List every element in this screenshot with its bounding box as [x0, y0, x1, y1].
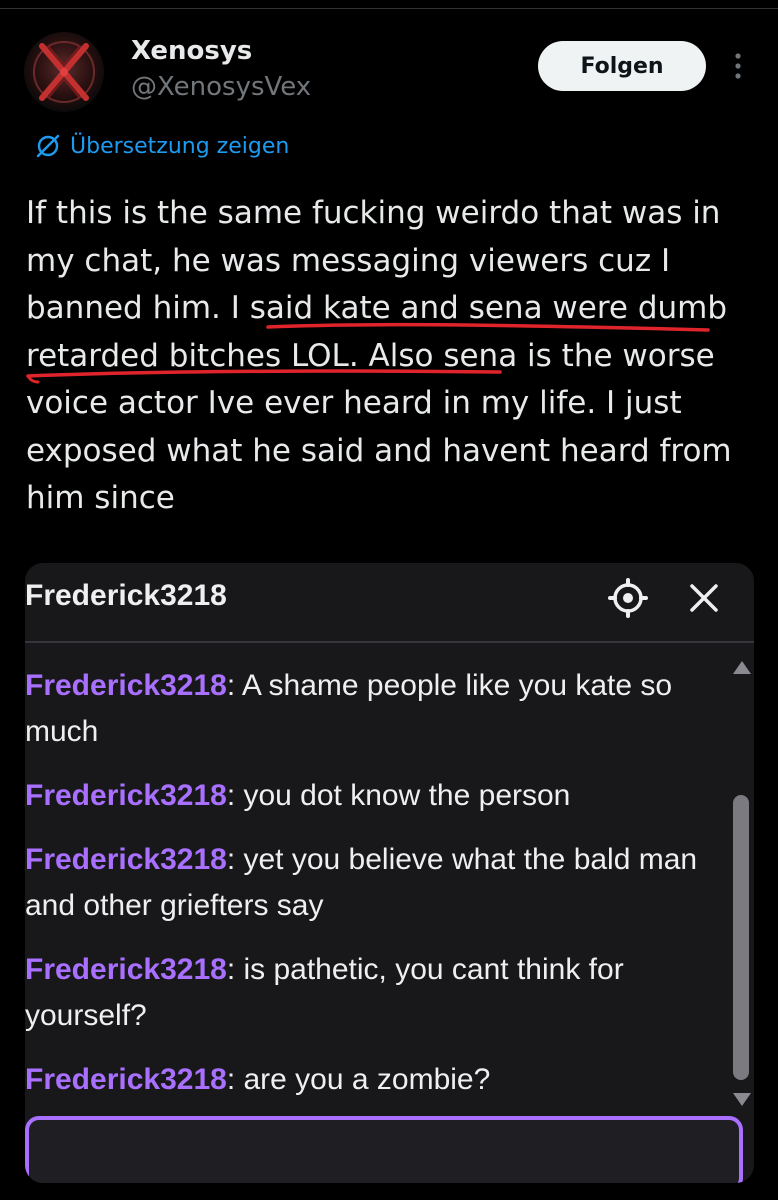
- translate-link[interactable]: Übersetzung zeigen: [34, 132, 289, 160]
- more-vertical-icon[interactable]: [728, 50, 748, 82]
- chat-title: Frederick3218: [25, 579, 227, 612]
- chat-message: Frederick3218: are you a zombie?: [25, 1057, 725, 1103]
- chat-username[interactable]: Frederick3218: [25, 669, 227, 702]
- chat-input[interactable]: [25, 1116, 743, 1183]
- chat-message: Frederick3218: you dot know the person: [25, 773, 725, 819]
- translate-icon: [36, 134, 60, 158]
- translate-label: Übersetzung zeigen: [70, 133, 290, 159]
- chat-message-list: Frederick3218: A shame people like you k…: [25, 663, 725, 1121]
- author-display-name[interactable]: Xenosys: [131, 36, 252, 66]
- chat-username[interactable]: Frederick3218: [25, 843, 227, 876]
- chat-message: Frederick3218: A shame people like you k…: [25, 663, 725, 755]
- chat-screenshot-card: Frederick3218 Frederick3218: A shame peo…: [25, 563, 754, 1183]
- author-handle[interactable]: @XenosysVex: [131, 72, 311, 102]
- chat-username[interactable]: Frederick3218: [25, 779, 227, 812]
- scroll-down-icon[interactable]: [731, 1091, 753, 1109]
- follow-button[interactable]: Folgen: [538, 41, 706, 91]
- chat-message-text: : you dot know the person: [226, 779, 571, 812]
- chat-message: Frederick3218: yet you believe what the …: [25, 837, 725, 929]
- chat-message: Frederick3218: is pathetic, you cant thi…: [25, 947, 725, 1039]
- chat-username[interactable]: Frederick3218: [25, 953, 227, 986]
- chat-scrollbar-thumb[interactable]: [733, 795, 749, 1080]
- top-divider: [0, 0, 778, 9]
- gear-icon[interactable]: [607, 577, 649, 619]
- chat-username[interactable]: Frederick3218: [25, 1063, 227, 1096]
- author-avatar[interactable]: [24, 32, 104, 112]
- x-logo-avatar-icon: [33, 41, 95, 103]
- chat-header: Frederick3218: [25, 563, 754, 643]
- chat-message-text: : are you a zombie?: [226, 1063, 491, 1096]
- close-icon[interactable]: [687, 581, 721, 615]
- tweet-text: If this is the same fucking weirdo that …: [26, 190, 766, 523]
- scroll-up-icon[interactable]: [731, 658, 753, 676]
